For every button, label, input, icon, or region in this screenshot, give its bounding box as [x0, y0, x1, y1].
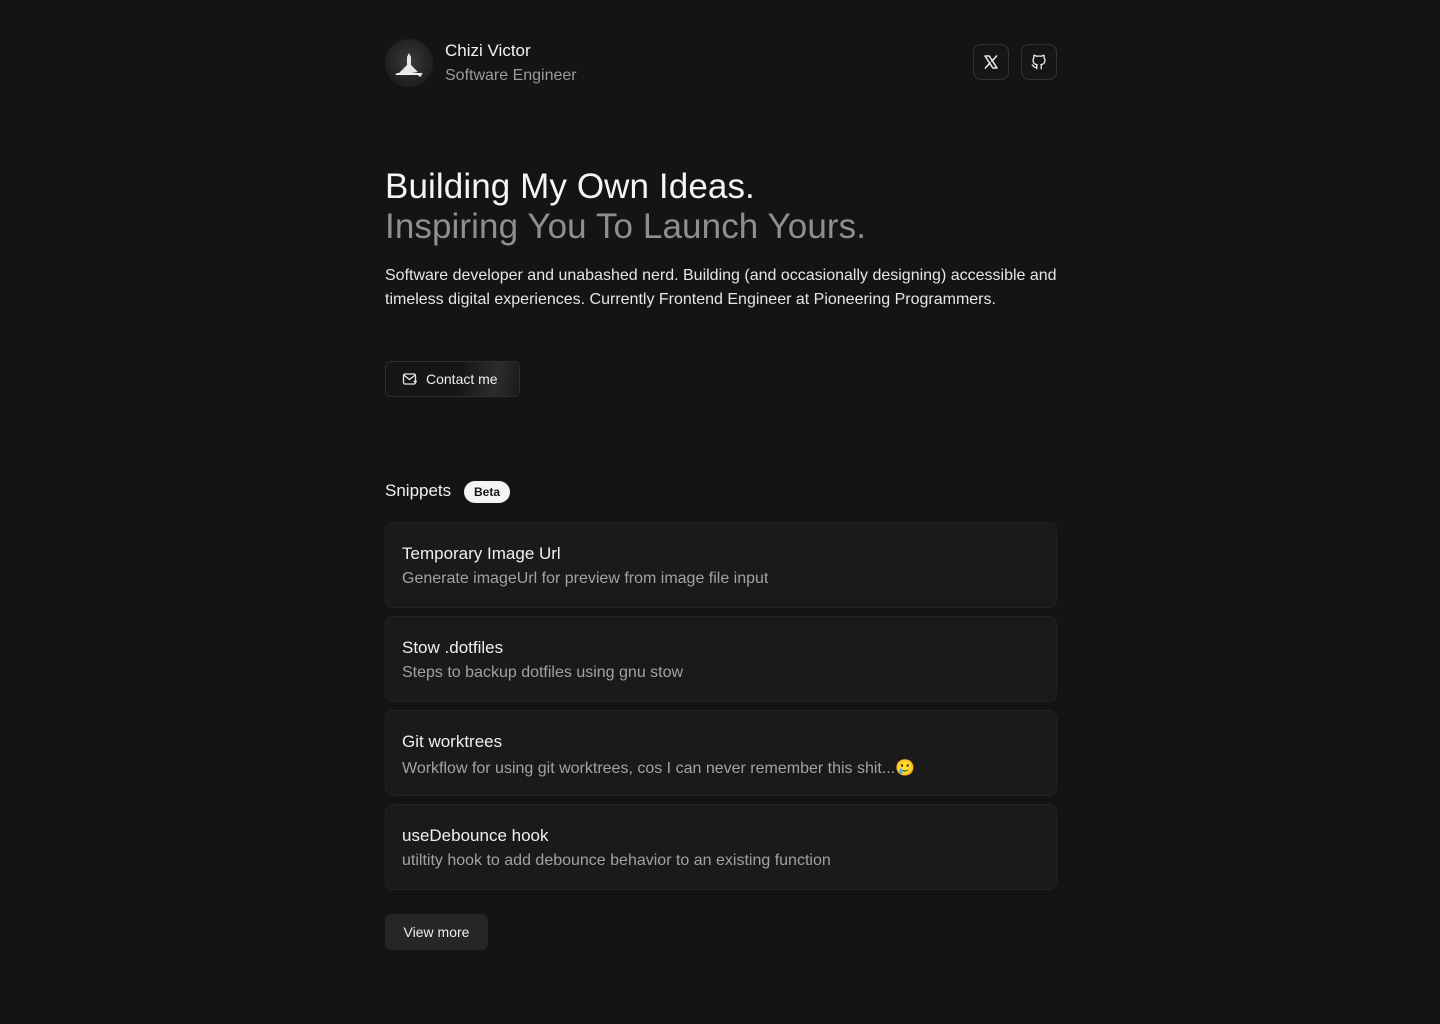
snippet-description: Steps to backup dotfiles using gnu stow: [402, 664, 684, 681]
snippet-title: useDebounce hook: [402, 826, 549, 845]
avatar[interactable]: [385, 39, 433, 87]
mail-icon: [402, 373, 417, 385]
snippet-description: Generate imageUrl for preview from image…: [402, 570, 769, 587]
site-header: Chizi Victor Software Engineer: [385, 38, 1057, 88]
profile-role: Software Engineer: [445, 67, 577, 84]
github-icon: [1031, 54, 1046, 70]
view-more-button[interactable]: View more: [385, 914, 488, 950]
snippet-card[interactable]: Git worktrees Workflow for using git wor…: [385, 710, 1057, 796]
snippet-title: Stow .dotfiles: [402, 638, 504, 657]
bio-text: Software developer and unabashed nerd. B…: [385, 267, 1057, 308]
github-link[interactable]: [1021, 44, 1057, 80]
beta-badge: Beta: [464, 481, 511, 503]
avatar-image: [395, 53, 423, 77]
profile-name: Chizi Victor: [445, 41, 531, 60]
snippet-title: Git worktrees: [402, 732, 503, 751]
x-link[interactable]: [973, 44, 1009, 80]
snippet-card[interactable]: Temporary Image Url Generate imageUrl fo…: [385, 522, 1057, 608]
snippet-description: Workflow for using git worktrees, cos I …: [402, 760, 916, 777]
contact-button-label: Contact me: [426, 371, 498, 387]
snippet-description: utiltity hook to add debounce behavior t…: [402, 852, 831, 869]
snippet-title: Temporary Image Url: [402, 544, 561, 563]
snippet-card[interactable]: useDebounce hook utiltity hook to add de…: [385, 804, 1057, 890]
contact-button[interactable]: Contact me: [385, 361, 520, 397]
snippets-heading: Snippets: [385, 481, 452, 500]
hero-headline: Building My Own Ideas.: [385, 167, 755, 206]
x-icon: [984, 55, 998, 69]
hero-subheadline: Inspiring You To Launch Yours.: [385, 207, 867, 246]
snippet-card[interactable]: Stow .dotfiles Steps to backup dotfiles …: [385, 616, 1057, 702]
